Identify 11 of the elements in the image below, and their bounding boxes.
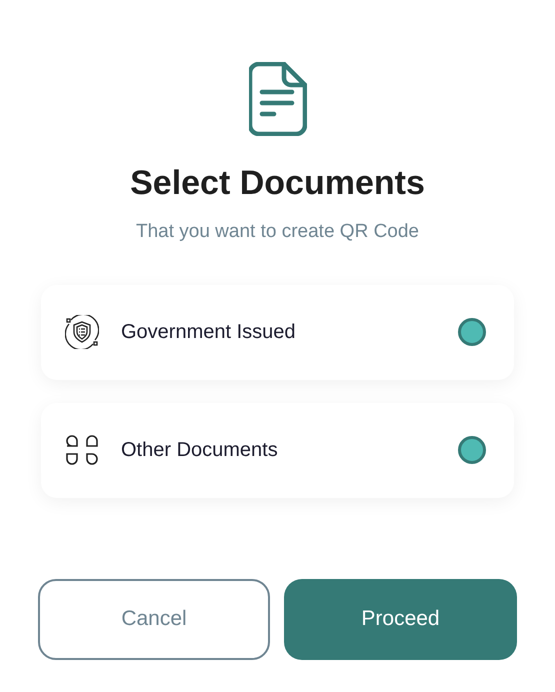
shield-icon xyxy=(65,315,99,349)
document-option[interactable]: Other Documents xyxy=(41,402,514,498)
petals-icon xyxy=(65,433,99,467)
option-label: Other Documents xyxy=(121,438,279,463)
document-icon xyxy=(248,62,306,136)
title: Select Documents xyxy=(130,166,425,200)
cancel-button[interactable]: Cancel xyxy=(38,578,270,660)
proceed-button[interactable]: Proceed xyxy=(284,578,517,660)
subtitle: That you want to create QR Code xyxy=(136,220,420,244)
option-label: Government Issued xyxy=(121,320,297,345)
document-option[interactable]: Government Issued xyxy=(41,284,514,380)
